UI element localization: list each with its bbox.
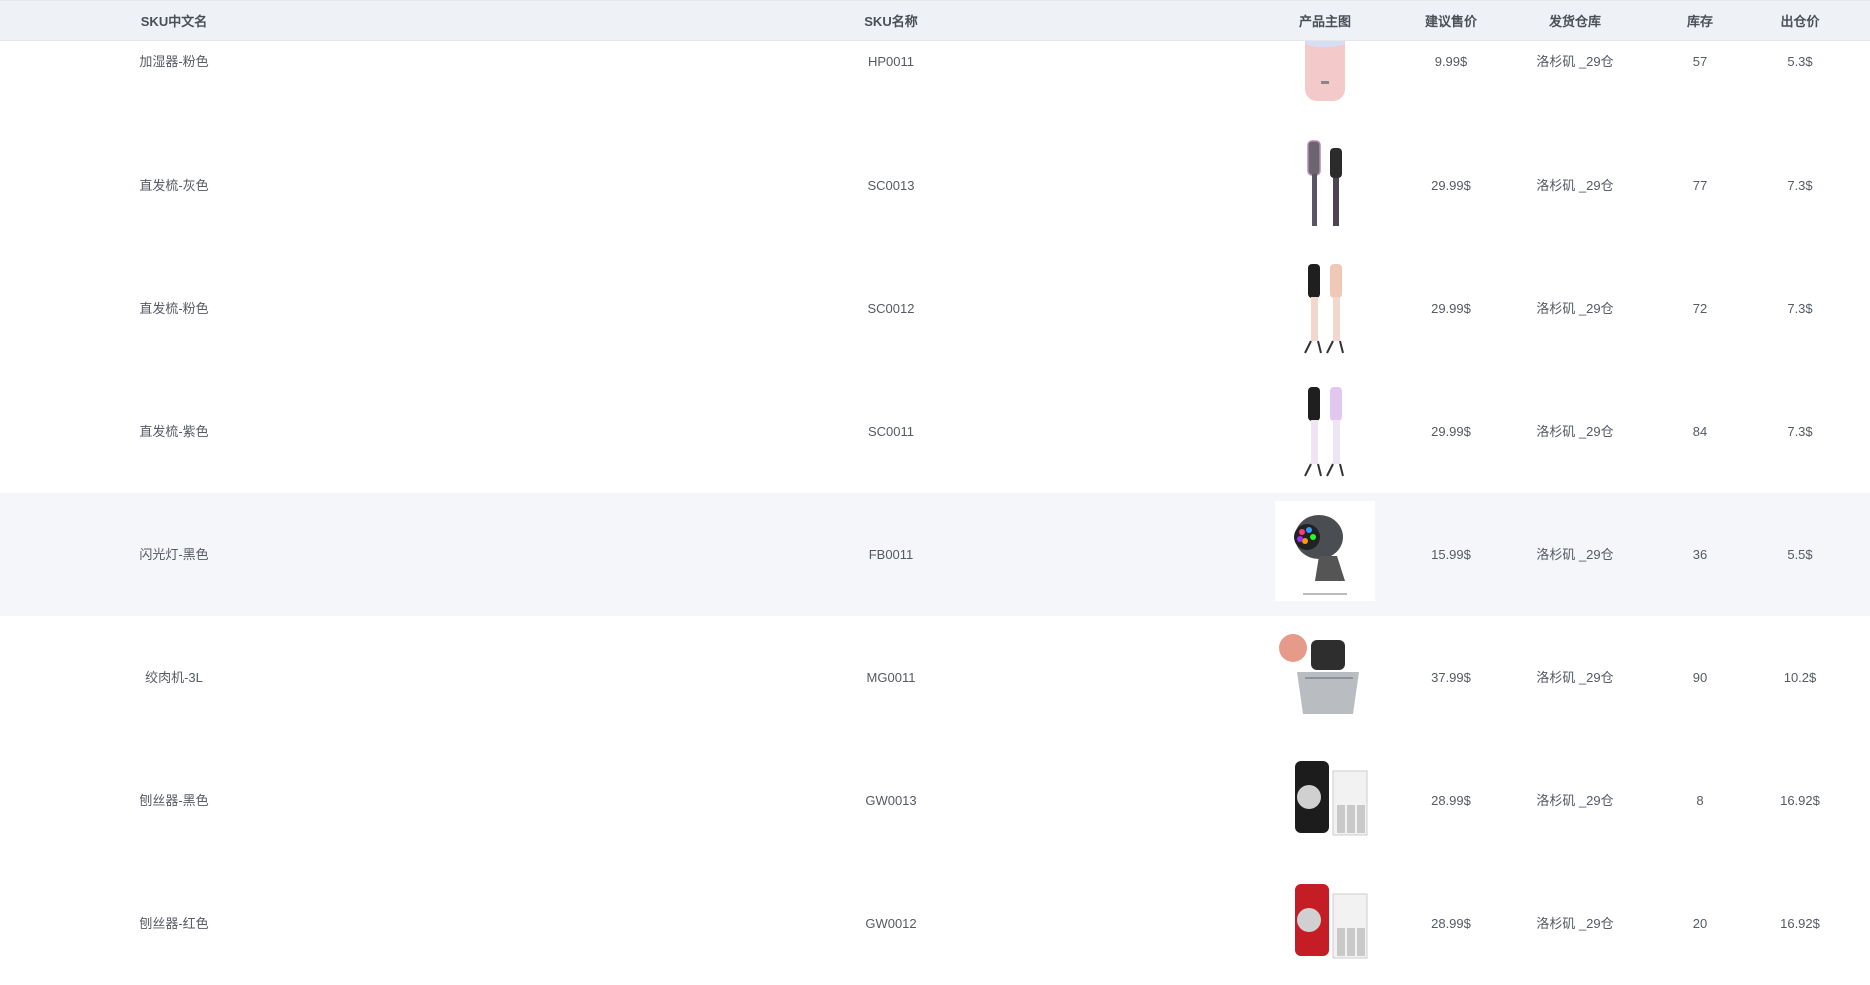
table-row[interactable]: 直发梳-灰色 SC0013 29.99$ 洛杉矶 _29仓 77 7.3$ — [0, 124, 1870, 247]
cell-stock: 20 — [1692, 916, 1708, 931]
column-header-out-price[interactable]: 出仓价 — [1750, 1, 1850, 42]
column-header-stock[interactable]: 库存 — [1650, 1, 1750, 42]
table-row[interactable]: 闪光灯-黑色 FB0011 15.99$ 洛杉矶 _29仓 36 5.5$ — [0, 493, 1870, 616]
product-image[interactable] — [1275, 259, 1375, 359]
cell-sku: SC0012 — [867, 301, 915, 316]
cell-out-price: 7.3$ — [1787, 301, 1813, 316]
column-header-warehouse[interactable]: 发货仓库 — [1525, 1, 1625, 42]
cell-stock: 77 — [1692, 178, 1708, 193]
cell-name-cn: 刨丝器-红色 — [139, 916, 209, 931]
cell-stock: 36 — [1692, 547, 1708, 562]
cell-price: 28.99$ — [1431, 793, 1471, 808]
cell-price: 29.99$ — [1431, 301, 1471, 316]
cell-warehouse: 洛杉矶 _29仓 — [1536, 178, 1614, 193]
cell-name-cn: 刨丝器-黑色 — [139, 793, 209, 808]
product-image[interactable] — [1275, 751, 1375, 851]
cell-sku: SC0013 — [867, 178, 915, 193]
column-header-sku[interactable]: SKU名称 — [791, 1, 991, 42]
cell-out-price: 7.3$ — [1787, 178, 1813, 193]
product-image[interactable] — [1275, 626, 1375, 726]
cell-price: 29.99$ — [1431, 178, 1471, 193]
table-row[interactable]: 绞肉机-3L MG0011 37.99$ 洛杉矶 _29仓 90 10.2$ — [0, 616, 1870, 739]
cell-price: 28.99$ — [1431, 916, 1471, 931]
cell-out-price: 16.92$ — [1780, 793, 1820, 808]
cell-sku: MG0011 — [866, 670, 916, 685]
cell-warehouse: 洛杉矶 _29仓 — [1536, 301, 1614, 316]
cell-price: 15.99$ — [1431, 547, 1471, 562]
product-image[interactable] — [1275, 501, 1375, 601]
product-image[interactable] — [1275, 874, 1375, 974]
table-row[interactable]: 刨丝器-黑色 GW0013 28.99$ 洛杉矶 _29仓 8 16.92$ — [0, 739, 1870, 862]
cell-warehouse: 洛杉矶 _29仓 — [1536, 916, 1614, 931]
cell-name-cn: 直发梳-紫色 — [139, 424, 209, 439]
table-row[interactable]: 直发梳-粉色 SC0012 29.99$ 洛杉矶 _29仓 72 7.3$ — [0, 247, 1870, 370]
cell-stock: 8 — [1696, 793, 1704, 808]
table-row[interactable]: 直发梳-紫色 SC0011 29.99$ 洛杉矶 _29仓 84 7.3$ — [0, 370, 1870, 493]
cell-price: 29.99$ — [1431, 424, 1471, 439]
cell-name-cn: 闪光灯-黑色 — [139, 547, 209, 562]
cell-warehouse: 洛杉矶 _29仓 — [1536, 670, 1614, 685]
table-row[interactable]: 刨丝器-红色 GW0012 28.99$ 洛杉矶 _29仓 20 16.92$ — [0, 862, 1870, 985]
cell-out-price: 10.2$ — [1783, 670, 1817, 685]
cell-price: 37.99$ — [1431, 670, 1471, 685]
cell-name-cn: 绞肉机-3L — [145, 670, 203, 685]
cell-sku: GW0012 — [865, 916, 917, 931]
table-header: SKU中文名 SKU名称 产品主图 建议售价 发货仓库 库存 出仓价 — [0, 0, 1870, 41]
cell-name-cn: 直发梳-灰色 — [139, 178, 209, 193]
product-image[interactable] — [1275, 136, 1375, 236]
cell-warehouse: 洛杉矶 _29仓 — [1536, 547, 1614, 562]
cell-out-price: 7.3$ — [1787, 424, 1813, 439]
column-header-image[interactable]: 产品主图 — [1275, 1, 1375, 42]
cell-sku: SC0011 — [867, 424, 914, 439]
column-header-name-cn[interactable]: SKU中文名 — [74, 1, 274, 42]
cell-stock: 90 — [1692, 670, 1708, 685]
cell-warehouse: 洛杉矶 _29仓 — [1536, 793, 1614, 808]
cell-stock: 84 — [1692, 424, 1708, 439]
cell-stock: 72 — [1692, 301, 1708, 316]
cell-sku: FB0011 — [868, 547, 914, 562]
cell-sku: GW0013 — [865, 793, 917, 808]
cell-warehouse: 洛杉矶 _29仓 — [1536, 424, 1614, 439]
cell-out-price: 5.5$ — [1787, 547, 1813, 562]
cell-out-price: 16.92$ — [1780, 916, 1820, 931]
column-header-price[interactable]: 建议售价 — [1401, 1, 1501, 42]
cell-name-cn: 直发梳-粉色 — [139, 301, 209, 316]
product-image[interactable] — [1275, 382, 1375, 482]
